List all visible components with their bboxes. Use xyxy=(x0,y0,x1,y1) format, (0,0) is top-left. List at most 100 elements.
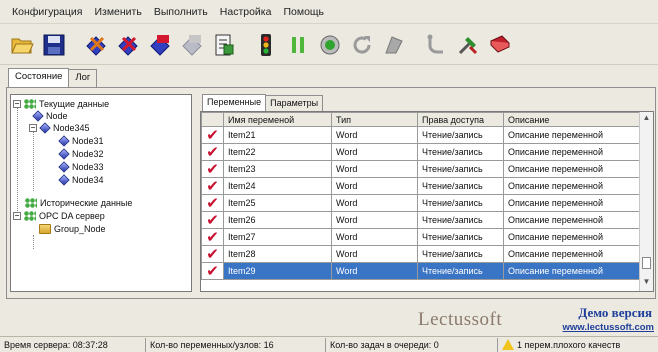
record-icon[interactable] xyxy=(316,31,344,59)
cell-name[interactable]: Item25 xyxy=(223,194,332,212)
cell-description[interactable]: Описание переменной xyxy=(503,211,641,229)
collapse-toggle-icon[interactable]: − xyxy=(13,212,21,220)
tab-log[interactable]: Лог xyxy=(68,69,98,87)
traffic-light-icon[interactable] xyxy=(252,31,280,59)
table-row[interactable]: ✔ Item21 Word Чтение/запись Описание перемен… xyxy=(201,126,641,144)
tree-node-node345[interactable]: − Node345 xyxy=(29,122,90,134)
tree-node-current-data[interactable]: − Текущие данные xyxy=(13,98,109,110)
collapse-toggle-icon[interactable]: − xyxy=(13,100,21,108)
table-row[interactable]: ✔ Item25 Word Чтение/запись Описание перемен… xyxy=(201,194,641,212)
check-mark-icon[interactable]: ✔ xyxy=(206,162,219,177)
tree-node-node[interactable]: Node xyxy=(32,110,68,122)
delete-server-icon[interactable] xyxy=(114,31,142,59)
check-cell[interactable]: ✔ xyxy=(201,228,224,246)
tree-node-node33[interactable]: Node33 xyxy=(58,161,104,173)
column-header-type[interactable]: Тип xyxy=(331,112,418,127)
check-cell[interactable]: ✔ xyxy=(201,245,224,263)
cell-description[interactable]: Описание переменной xyxy=(503,194,641,212)
check-mark-icon[interactable]: ✔ xyxy=(206,196,219,211)
cell-access[interactable]: Чтение/запись xyxy=(417,211,504,229)
cell-description[interactable]: Описание переменной xyxy=(503,228,641,246)
check-mark-icon[interactable]: ✔ xyxy=(206,247,219,262)
check-mark-icon[interactable]: ✔ xyxy=(206,145,219,160)
cell-description[interactable]: Описание переменной xyxy=(503,160,641,178)
open-folder-icon[interactable] xyxy=(8,31,36,59)
column-header-check[interactable] xyxy=(201,112,224,127)
cell-name[interactable]: Item26 xyxy=(223,211,332,229)
cell-name[interactable]: Item21 xyxy=(223,126,332,144)
table-row[interactable]: ✔ Item23 Word Чтение/запись Описание перемен… xyxy=(201,160,641,178)
tree-node-group-node[interactable]: Group_Node xyxy=(39,223,106,235)
cell-type[interactable]: Word xyxy=(331,126,418,144)
cell-type[interactable]: Word xyxy=(331,160,418,178)
check-cell[interactable]: ✔ xyxy=(201,194,224,212)
cell-description[interactable]: Описание переменной xyxy=(503,262,641,280)
website-link[interactable]: www.lectussoft.com xyxy=(520,322,655,333)
cell-type[interactable]: Word xyxy=(331,143,418,161)
cell-access[interactable]: Чтение/запись xyxy=(417,126,504,144)
cell-type[interactable]: Word xyxy=(331,194,418,212)
table-row[interactable]: ✔ Item26 Word Чтение/запись Описание перемен… xyxy=(201,211,641,229)
cell-name[interactable]: Item29 xyxy=(223,262,332,280)
menu-settings[interactable]: Настройка xyxy=(214,6,278,18)
add-group-icon[interactable] xyxy=(146,31,174,59)
column-header-name[interactable]: Имя переменой xyxy=(223,112,332,127)
cell-description[interactable]: Описание переменной xyxy=(503,245,641,263)
tab-state[interactable]: Состояние xyxy=(8,68,70,87)
refresh-icon[interactable] xyxy=(348,31,376,59)
cell-type[interactable]: Word xyxy=(331,211,418,229)
check-cell[interactable]: ✔ xyxy=(201,126,224,144)
cell-type[interactable]: Word xyxy=(331,228,418,246)
menu-configuration[interactable]: Конфигурация xyxy=(6,6,88,18)
table-row[interactable]: ✔ Item29 Word Чтение/запись Описание перемен… xyxy=(201,262,641,280)
cell-type[interactable]: Word xyxy=(331,245,418,263)
cell-access[interactable]: Чтение/запись xyxy=(417,262,504,280)
check-cell[interactable]: ✔ xyxy=(201,160,224,178)
delete-group-icon[interactable] xyxy=(178,31,206,59)
clear-icon[interactable] xyxy=(380,31,408,59)
check-mark-icon[interactable]: ✔ xyxy=(206,179,219,194)
menu-help[interactable]: Помощь xyxy=(277,6,330,18)
column-header-access[interactable]: Права доступа xyxy=(417,112,504,127)
vertical-scrollbar[interactable]: ▲ ▼ xyxy=(639,112,653,291)
tab-parameters[interactable]: Параметры xyxy=(265,95,324,111)
table-row[interactable]: ✔ Item28 Word Чтение/запись Описание перемен… xyxy=(201,245,641,263)
cell-access[interactable]: Чтение/запись xyxy=(417,160,504,178)
cell-description[interactable]: Описание переменной xyxy=(503,126,641,144)
check-mark-icon[interactable]: ✔ xyxy=(206,230,219,245)
check-mark-icon[interactable]: ✔ xyxy=(206,128,219,143)
menu-run[interactable]: Выполнить xyxy=(148,6,214,18)
table-row[interactable]: ✔ Item22 Word Чтение/запись Описание перемен… xyxy=(201,143,641,161)
scroll-thumb[interactable] xyxy=(642,257,651,269)
tree-node-opc-server[interactable]: − OPC DA сервер xyxy=(13,210,105,222)
find-icon[interactable] xyxy=(422,31,450,59)
scroll-down-icon[interactable]: ▼ xyxy=(640,277,653,290)
cell-access[interactable]: Чтение/запись xyxy=(417,228,504,246)
save-icon[interactable] xyxy=(40,31,68,59)
cell-name[interactable]: Item23 xyxy=(223,160,332,178)
cell-name[interactable]: Item22 xyxy=(223,143,332,161)
table-row[interactable]: ✔ Item24 Word Чтение/запись Описание перемен… xyxy=(201,177,641,195)
cell-access[interactable]: Чтение/запись xyxy=(417,177,504,195)
cell-type[interactable]: Word xyxy=(331,177,418,195)
pause-icon[interactable] xyxy=(284,31,312,59)
check-mark-icon[interactable]: ✔ xyxy=(206,264,219,279)
menu-edit[interactable]: Изменить xyxy=(88,6,147,18)
add-server-icon[interactable] xyxy=(82,31,110,59)
scroll-up-icon[interactable]: ▲ xyxy=(640,113,653,126)
column-header-description[interactable]: Описание xyxy=(503,112,641,127)
cell-type[interactable]: Word xyxy=(331,262,418,280)
properties-icon[interactable] xyxy=(210,31,238,59)
cell-access[interactable]: Чтение/запись xyxy=(417,143,504,161)
cell-description[interactable]: Описание переменной xyxy=(503,177,641,195)
check-mark-icon[interactable]: ✔ xyxy=(206,213,219,228)
cell-access[interactable]: Чтение/запись xyxy=(417,245,504,263)
table-row[interactable]: ✔ Item27 Word Чтение/запись Описание перемен… xyxy=(201,228,641,246)
tree-node-historical-data[interactable]: Исторические данные xyxy=(25,197,132,209)
tree-node-node34[interactable]: Node34 xyxy=(58,174,104,186)
cell-name[interactable]: Item28 xyxy=(223,245,332,263)
check-cell[interactable]: ✔ xyxy=(201,177,224,195)
cell-description[interactable]: Описание переменной xyxy=(503,143,641,161)
tab-variables[interactable]: Переменные xyxy=(202,94,267,111)
check-cell[interactable]: ✔ xyxy=(201,211,224,229)
